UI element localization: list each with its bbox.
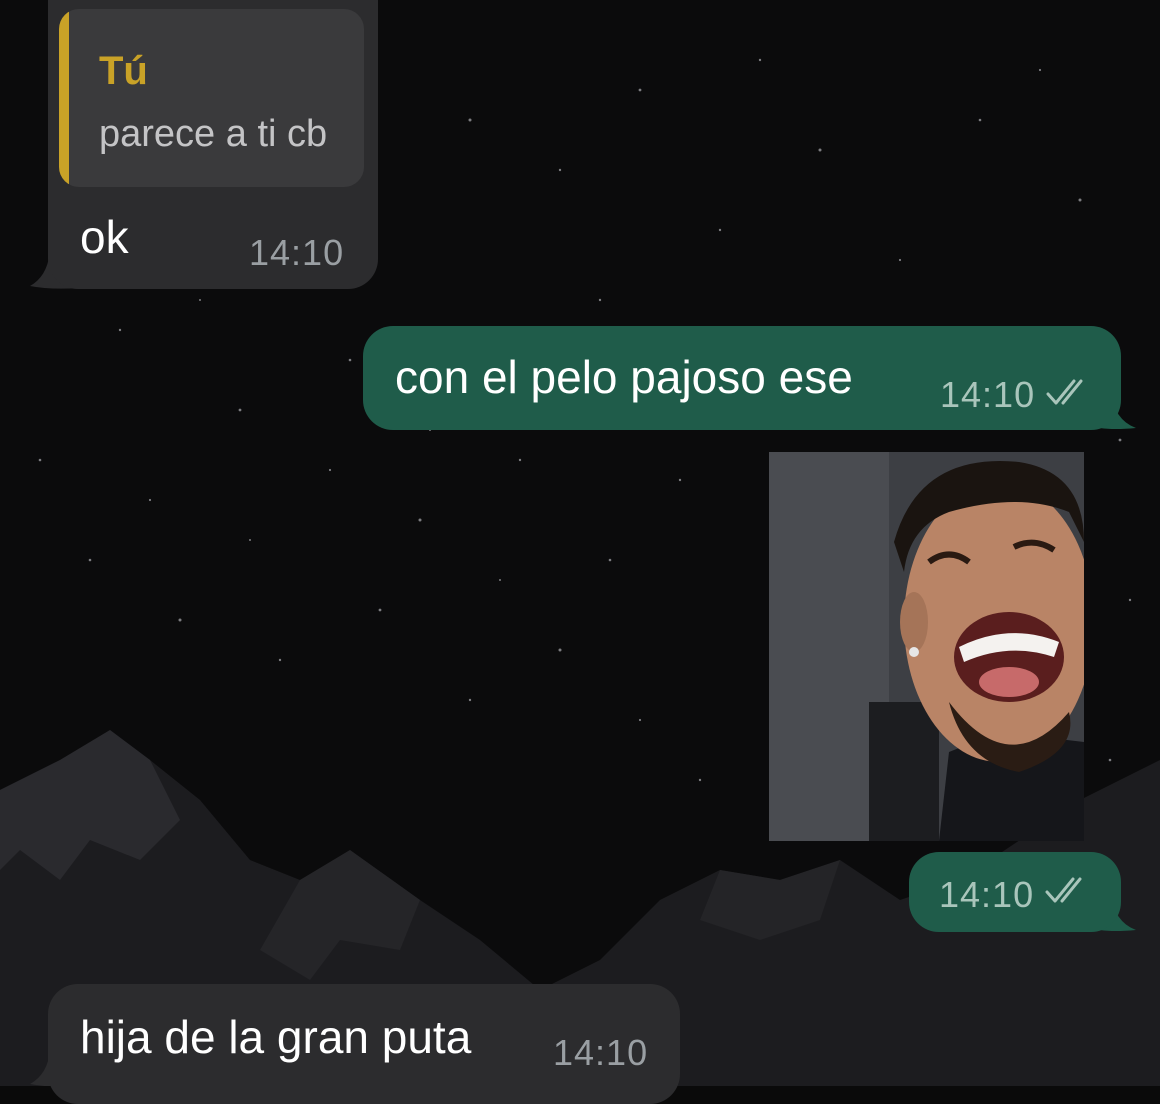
quoted-reply[interactable]: Tú parece a ti cb bbox=[59, 9, 364, 187]
photo-caption-bubble[interactable]: 14:10 bbox=[909, 852, 1121, 932]
message-time: 14:10 bbox=[939, 874, 1035, 915]
message-time: 14:10 bbox=[553, 1032, 649, 1073]
photo-message[interactable] bbox=[769, 452, 1084, 841]
quote-author: Tú bbox=[99, 49, 148, 93]
incoming-message-bubble[interactable]: hija de la gran puta 14:10 bbox=[48, 984, 680, 1104]
message-text: hija de la gran puta bbox=[80, 1011, 472, 1063]
message-time: 14:10 bbox=[249, 232, 345, 273]
quote-text: parece a ti cb bbox=[99, 113, 328, 155]
double-check-icon bbox=[1045, 877, 1082, 903]
message-text: con el pelo pajoso ese bbox=[395, 351, 853, 403]
message-text: ok bbox=[80, 211, 129, 263]
message-time: 14:10 bbox=[940, 374, 1036, 415]
double-check-icon bbox=[1046, 379, 1083, 405]
incoming-message-bubble[interactable]: Tú parece a ti cb ok 14:10 bbox=[48, 0, 378, 289]
outgoing-message-bubble[interactable]: con el pelo pajoso ese 14:10 bbox=[363, 326, 1121, 430]
quote-accent-bar bbox=[59, 9, 69, 187]
